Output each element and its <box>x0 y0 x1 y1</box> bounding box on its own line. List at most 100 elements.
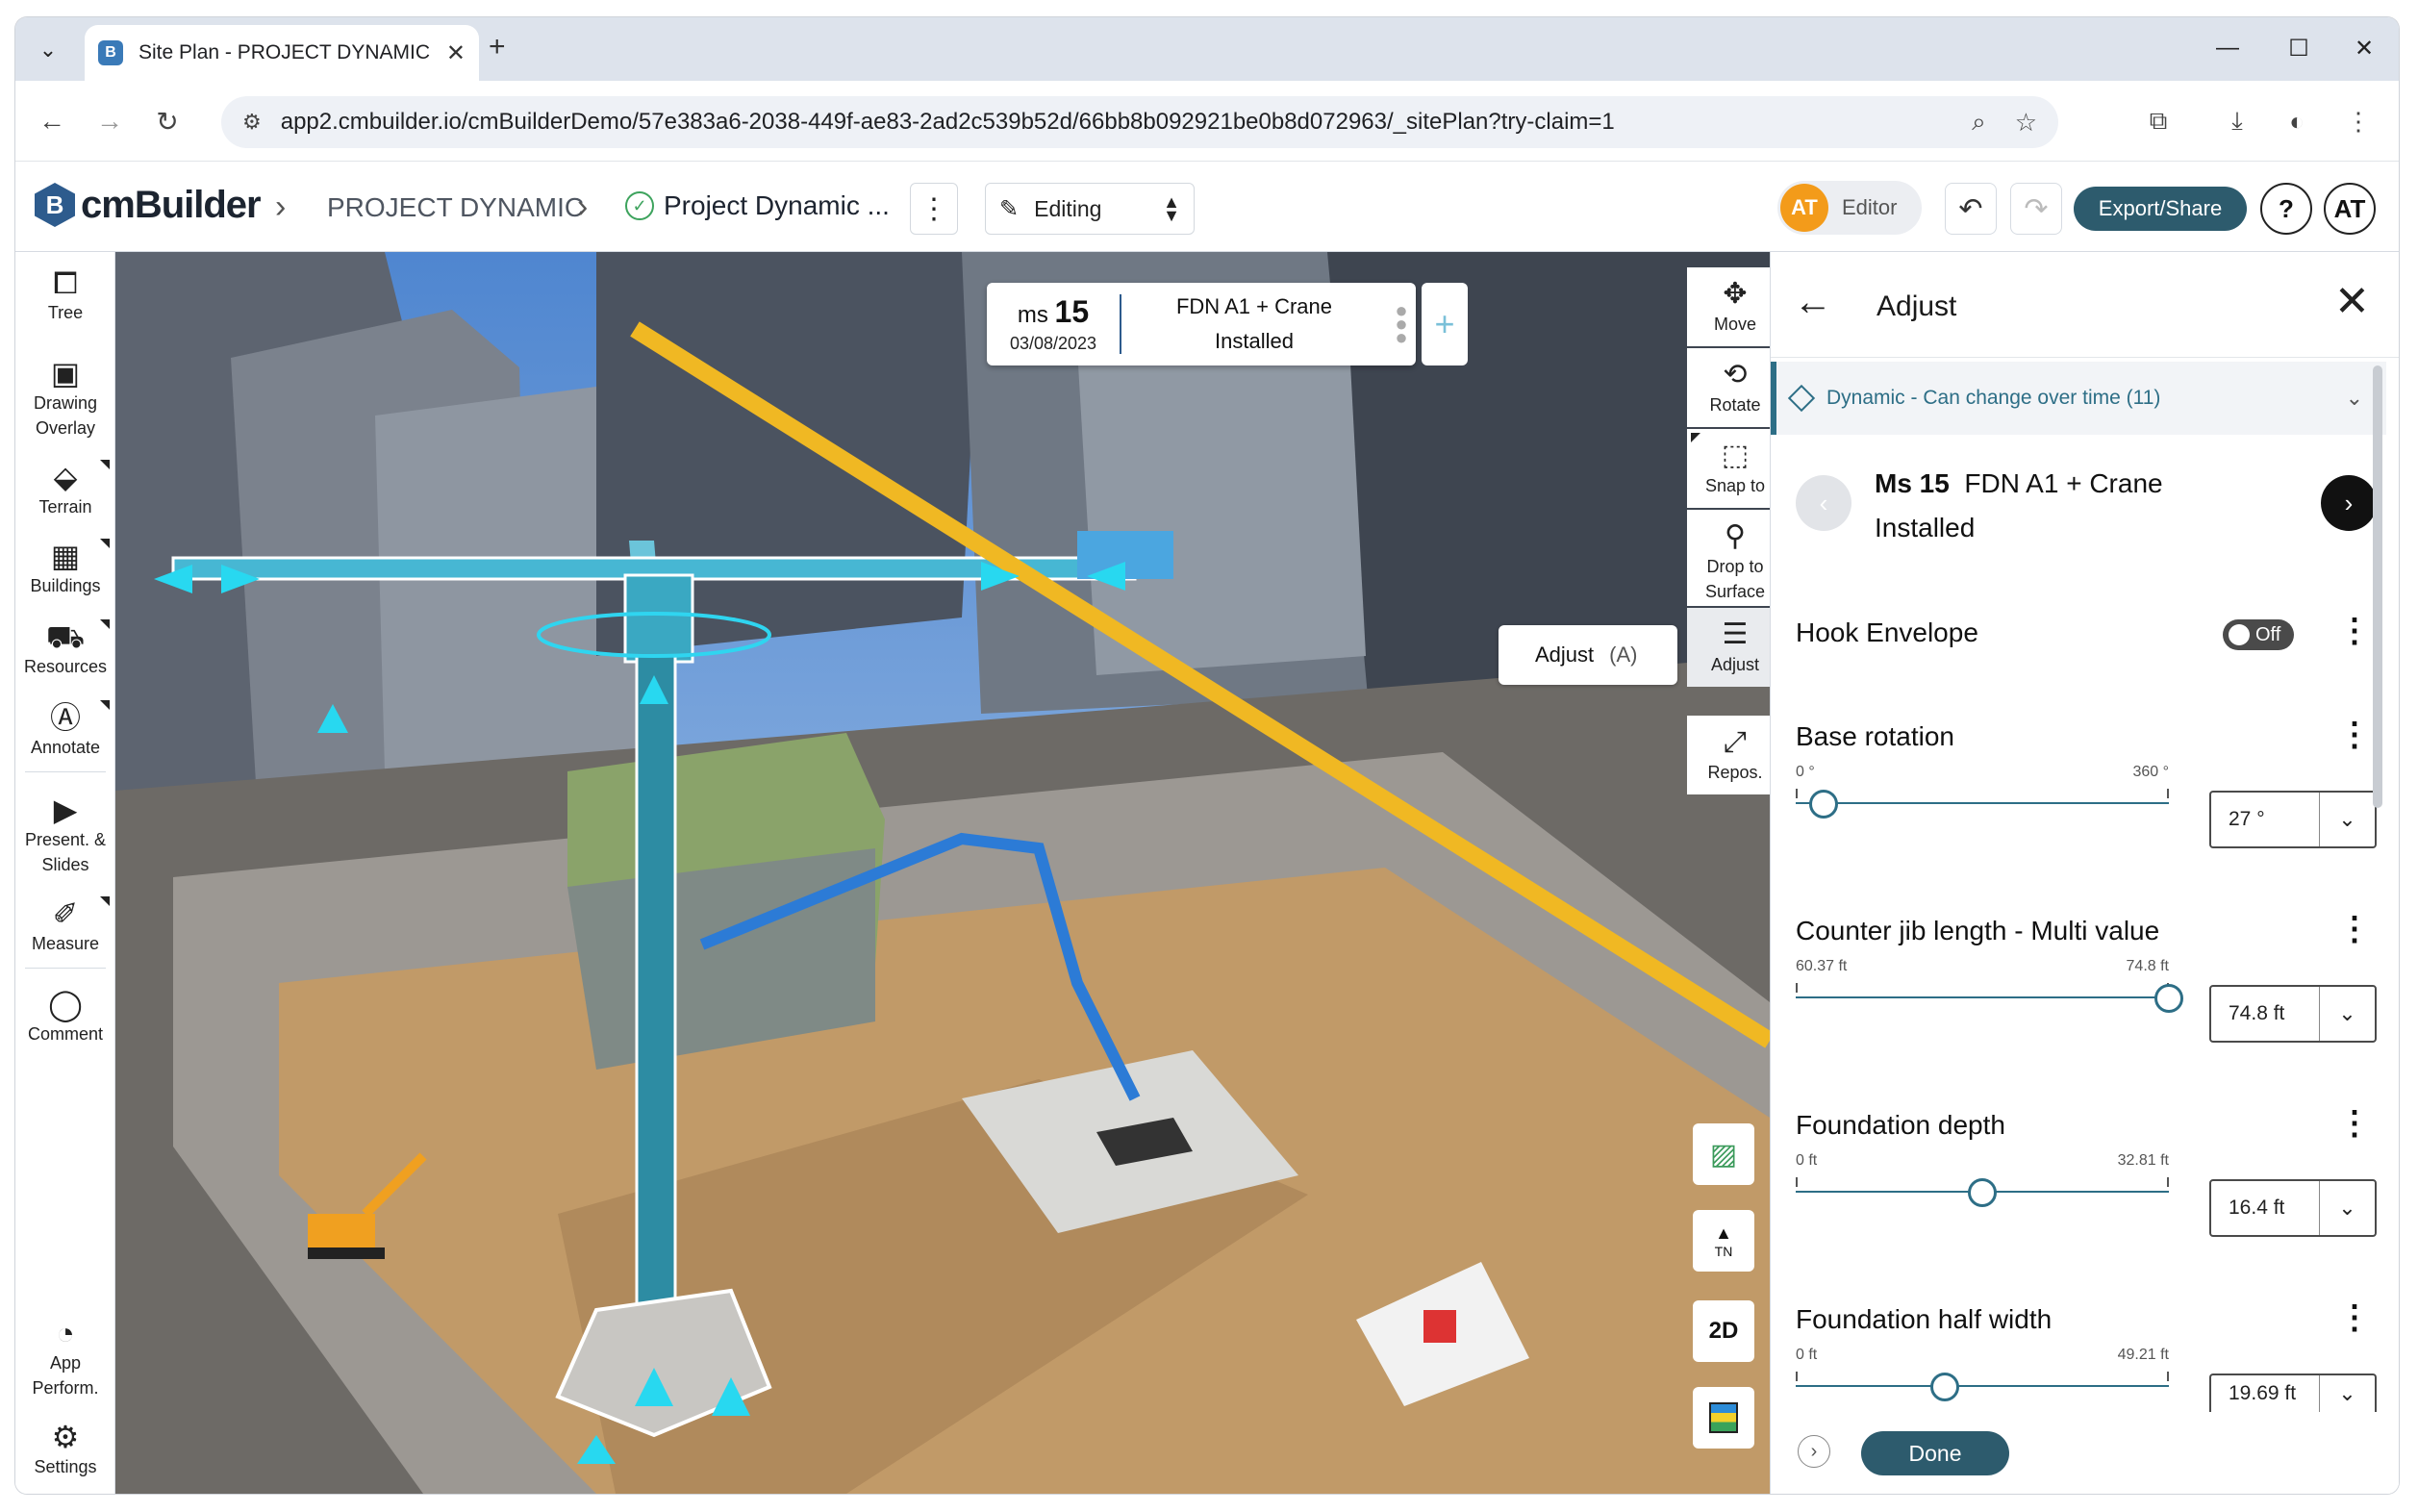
property-value-select[interactable]: 27 ° ⌄ <box>2209 791 2377 848</box>
browser-tab[interactable]: B Site Plan - PROJECT DYNAMIC | ✕ <box>85 25 479 81</box>
tool-measure[interactable]: ✐ Measure <box>15 896 115 956</box>
back-button[interactable]: ← <box>31 100 73 142</box>
milestone-card[interactable]: ms 15 03/08/2023 FDN A1 + Crane Installe… <box>987 283 1416 365</box>
property-value-select[interactable]: 16.4 ft ⌄ <box>2209 1179 2377 1237</box>
chevron-down-icon[interactable]: ⌄ <box>2319 1181 2375 1235</box>
tool-drop-to-surface[interactable]: ⚲ Drop to Surface <box>1687 510 1770 606</box>
property-menu-icon[interactable]: ⋮ <box>2338 716 2371 754</box>
slider-thumb[interactable] <box>2154 984 2183 1013</box>
previous-milestone-button[interactable]: ‹ <box>1796 475 1851 531</box>
drag-handle-icon[interactable]: ● ● ● <box>1387 300 1416 348</box>
map-layer-button[interactable]: ▨ <box>1693 1123 1754 1185</box>
breadcrumb-plan[interactable]: ✓ Project Dynamic ... <box>625 190 890 221</box>
submenu-corner-icon <box>100 460 110 469</box>
app-logo[interactable]: B cmBuilder <box>35 183 262 227</box>
tool-tree[interactable]: ⧠ Tree <box>15 265 115 325</box>
tool-app-performance[interactable]: ◔ App Perform. <box>15 1316 115 1400</box>
tool-reposition[interactable]: ⤢ Repos. <box>1687 716 1770 794</box>
tool-snap-to[interactable]: ⬚ Snap to <box>1687 429 1770 508</box>
breadcrumb-project[interactable]: PROJECT DYNAMIC <box>327 192 584 223</box>
expand-chevron-icon[interactable]: › <box>1798 1435 1830 1468</box>
slider-tick <box>2167 789 2169 798</box>
chevron-down-icon[interactable]: ⌄ <box>2319 1375 2375 1412</box>
tool-annotate[interactable]: Ⓐ Annotate <box>15 700 115 760</box>
minimize-button[interactable]: — <box>2199 29 2256 67</box>
tab-search-button[interactable]: ⌄ <box>29 31 67 69</box>
chevron-down-icon[interactable]: ⌄ <box>2319 793 2375 846</box>
site-info-icon[interactable]: ⚙ <box>242 110 262 135</box>
tool-label: App Perform. <box>32 1353 99 1398</box>
tab-title: Site Plan - PROJECT DYNAMIC | <box>139 41 437 63</box>
mode-select[interactable]: ✎ Editing ▲ ▼ <box>985 183 1195 235</box>
property-title: Base rotation <box>1796 721 1954 751</box>
slider-tick <box>1796 789 1798 798</box>
close-icon[interactable]: ✕ <box>2334 277 2370 326</box>
export-share-button[interactable]: Export/Share <box>2074 187 2247 231</box>
tool-label: Measure <box>31 934 100 953</box>
color-legend-button[interactable] <box>1693 1387 1754 1449</box>
profile-button[interactable]: AT <box>2324 183 2376 235</box>
milestone-label: Ms 15 FDN A1 + Crane Installed <box>1875 462 2163 550</box>
tool-adjust[interactable]: ☰ Adjust <box>1687 608 1770 687</box>
tool-rotate[interactable]: ⟲ Rotate <box>1687 348 1770 427</box>
close-window-button[interactable]: ✕ <box>2335 29 2393 67</box>
site-3d-scene[interactable] <box>115 252 1770 1494</box>
undo-button[interactable]: ↶ <box>1945 183 1997 235</box>
tool-presentation[interactable]: ▶ Present. & Slides <box>15 793 115 877</box>
3d-viewport[interactable]: ms 15 03/08/2023 FDN A1 + Crane Installe… <box>115 252 1770 1494</box>
tool-comment[interactable]: ◯ Comment <box>15 987 115 1046</box>
plan-menu-button[interactable]: ⋮ <box>910 183 958 235</box>
slider-thumb[interactable] <box>1809 790 1839 819</box>
property-slider[interactable]: 0 ° 360 ° <box>1796 764 2169 821</box>
property-menu-icon[interactable]: ⋮ <box>2338 1104 2371 1143</box>
extensions-icon[interactable]: ⧉ <box>2137 100 2179 142</box>
address-bar[interactable]: ⚙ app2.cmbuilder.io/cmBuilderDemo/57e383… <box>221 96 2058 148</box>
tool-terrain[interactable]: ⬙ Terrain <box>15 460 115 519</box>
zoom-icon[interactable]: ⌕ <box>1972 107 1986 138</box>
chevron-down-icon[interactable]: ⌄ <box>2319 987 2375 1041</box>
milestone-number: 15 <box>1054 294 1090 329</box>
property-menu-icon[interactable]: ⋮ <box>2338 1298 2371 1337</box>
diamond-icon <box>1787 384 1816 413</box>
new-tab-button[interactable]: + <box>489 31 506 63</box>
property-slider[interactable]: 0 ft 32.81 ft <box>1796 1152 2169 1210</box>
north-button[interactable]: ▲ TN <box>1693 1210 1754 1272</box>
tool-settings[interactable]: ⚙ Settings <box>15 1420 115 1479</box>
dynamic-group-header[interactable]: Dynamic - Can change over time (11) ⌄ <box>1771 362 2386 435</box>
move-icon: ✥ <box>1723 278 1748 310</box>
help-button[interactable]: ? <box>2260 183 2312 235</box>
next-milestone-button[interactable]: › <box>2321 475 2377 531</box>
slider-thumb[interactable] <box>1968 1178 1997 1207</box>
reload-button[interactable]: ↻ <box>146 100 189 142</box>
tool-drawing-overlay[interactable]: ▣ Drawing Overlay <box>15 356 115 441</box>
property-slider[interactable]: 0 ft 49.21 ft <box>1796 1347 2169 1404</box>
slider-max: 360 ° <box>2132 764 2169 780</box>
redo-button[interactable]: ↷ <box>2010 183 2062 235</box>
add-milestone-button[interactable]: + <box>1422 283 1468 365</box>
bookmark-star-icon[interactable]: ☆ <box>2015 108 2037 138</box>
close-tab-icon[interactable]: ✕ <box>446 39 466 67</box>
maximize-button[interactable]: ☐ <box>2270 29 2328 67</box>
tool-resources[interactable]: ⛟ Resources <box>15 619 115 679</box>
browser-menu-icon[interactable]: ⋮ <box>2337 100 2380 142</box>
tool-move[interactable]: ✥ Move <box>1687 267 1770 346</box>
hook-envelope-toggle[interactable]: Off <box>2223 619 2294 650</box>
slider-thumb[interactable] <box>1930 1373 1960 1401</box>
back-arrow-icon[interactable]: ← <box>1794 281 1832 324</box>
done-button[interactable]: Done <box>1861 1431 2009 1475</box>
panel-scrollbar[interactable] <box>2373 365 2382 808</box>
property-value-select[interactable]: 19.69 ft ⌄ <box>2209 1373 2377 1412</box>
property-slider[interactable]: 60.37 ft 74.8 ft <box>1796 958 2183 1016</box>
view-mode-toggle[interactable]: 2D <box>1693 1300 1754 1362</box>
property-value-select[interactable]: 74.8 ft ⌄ <box>2209 985 2377 1043</box>
milestone-status: Installed <box>1875 513 1976 542</box>
property-menu-icon[interactable]: ⋮ <box>2338 910 2371 948</box>
downloads-icon[interactable]: ⤓ <box>2216 100 2258 142</box>
tool-label: Resources <box>23 657 108 676</box>
tool-buildings[interactable]: ▦ Buildings <box>15 539 115 598</box>
extension-icon[interactable]: ◐ <box>2276 100 2318 142</box>
role-pill[interactable]: AT Editor <box>1777 181 1922 235</box>
forward-button[interactable]: → <box>88 100 131 142</box>
adjust-tooltip: Adjust (A) <box>1499 625 1677 685</box>
hook-envelope-menu-icon[interactable]: ⋮ <box>2338 612 2371 650</box>
